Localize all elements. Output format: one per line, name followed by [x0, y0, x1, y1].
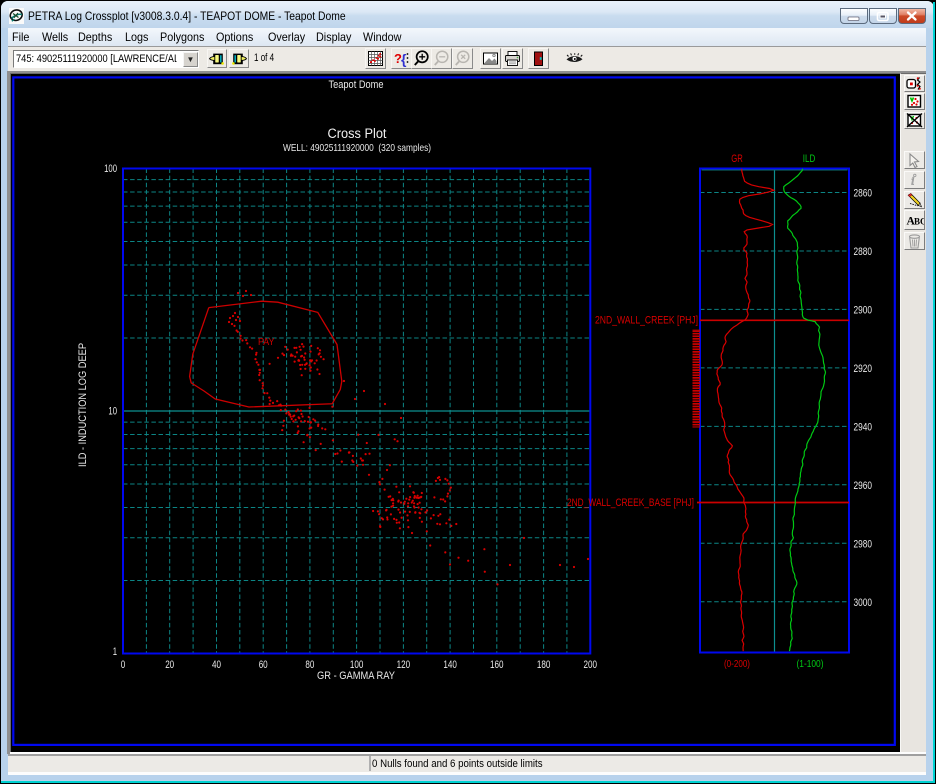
svg-text:120: 120 [397, 659, 411, 671]
svg-text:(1-100): (1-100) [797, 659, 824, 670]
svg-text:Cross Plot: Cross Plot [328, 126, 387, 141]
svg-text:Teapot Dome: Teapot Dome [329, 79, 384, 91]
svg-text:2880: 2880 [854, 246, 873, 258]
svg-text:60: 60 [259, 659, 268, 671]
svg-text:GR - GAMMA RAY: GR - GAMMA RAY [317, 670, 396, 682]
svg-text:ILD: ILD [803, 153, 816, 165]
svg-text:20: 20 [165, 659, 174, 671]
svg-text:2980: 2980 [854, 538, 873, 550]
svg-text:2ND_WALL_CREEK [PHJ]: 2ND_WALL_CREEK [PHJ] [595, 315, 698, 327]
svg-text:2940: 2940 [854, 421, 873, 433]
svg-text:100: 100 [104, 163, 117, 175]
svg-text:180: 180 [537, 659, 551, 671]
svg-text:0: 0 [121, 659, 126, 671]
svg-text:2860: 2860 [854, 188, 873, 200]
svg-text:PAY: PAY [258, 337, 275, 348]
svg-text:2920: 2920 [854, 363, 873, 375]
svg-text:2ND_WALL_CREEK_BASE [PHJ]: 2ND_WALL_CREEK_BASE [PHJ] [567, 497, 694, 509]
svg-text:80: 80 [305, 659, 314, 671]
svg-text:2900: 2900 [854, 304, 873, 316]
svg-text:{: { [401, 51, 407, 67]
svg-text:ILD - INDUCTION LOG DEEP: ILD - INDUCTION LOG DEEP [77, 343, 89, 467]
svg-text:10: 10 [108, 406, 117, 418]
svg-text:140: 140 [443, 659, 457, 671]
svg-text:GR: GR [731, 153, 743, 165]
svg-text:3000: 3000 [854, 597, 873, 609]
svg-text:40: 40 [212, 659, 221, 671]
svg-text:200: 200 [584, 659, 598, 671]
svg-text:WELL: 49025111920000 (320 sam: WELL: 49025111920000 (320 samples) [283, 142, 431, 154]
svg-text:(0-200): (0-200) [724, 659, 750, 670]
svg-text:2960: 2960 [854, 480, 873, 492]
svg-text:1: 1 [113, 646, 117, 658]
svg-text:BC: BC [914, 217, 924, 227]
svg-text:160: 160 [490, 659, 504, 671]
